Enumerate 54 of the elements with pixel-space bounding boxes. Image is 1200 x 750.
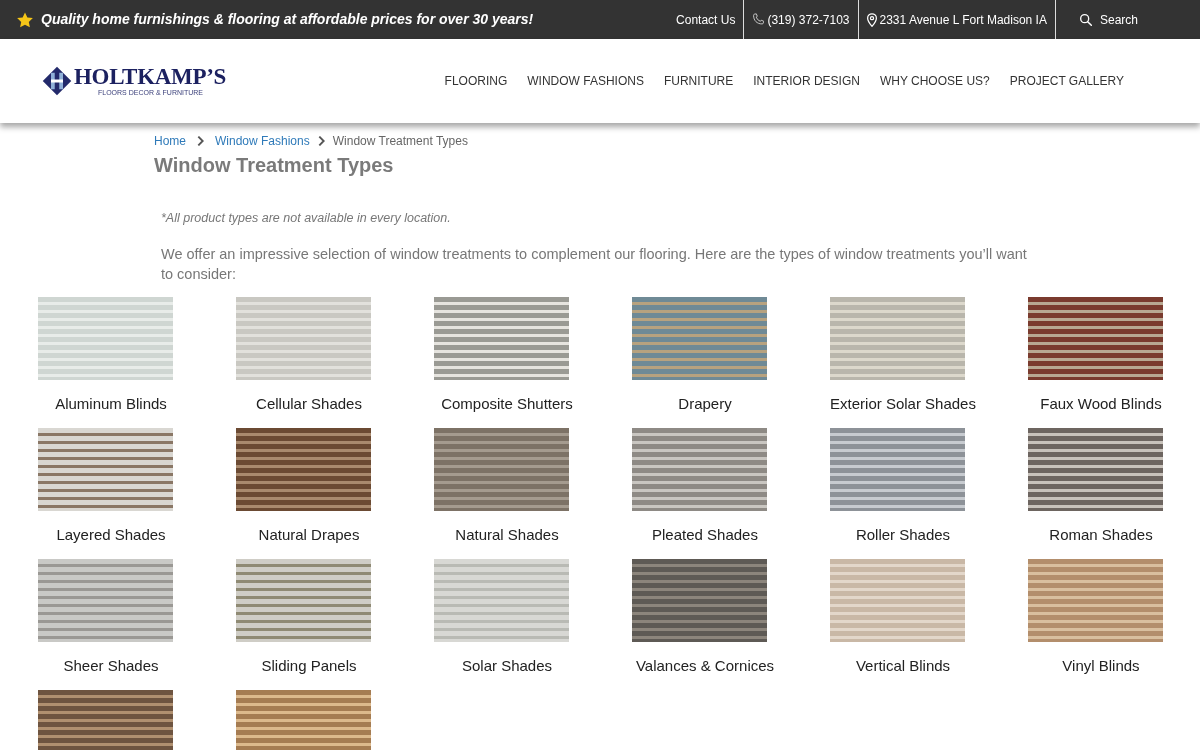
photo-placeholder[interactable] (632, 428, 767, 511)
nav-link[interactable]: WINDOW FASHIONS (527, 72, 644, 90)
page-title: Window Treatment Types (154, 153, 395, 178)
product-link[interactable]: Exterior Solar Shades (830, 394, 976, 414)
breadcrumb-link[interactable]: Home (154, 132, 186, 150)
product-link[interactable]: Natural Drapes (258, 525, 360, 545)
photo-placeholder[interactable] (38, 428, 173, 511)
photo-placeholder[interactable] (1028, 559, 1163, 642)
availability-note: *All product types are not available in every location. (161, 210, 452, 227)
product-link[interactable]: Cellular Shades (256, 394, 362, 414)
photo-placeholder[interactable] (830, 428, 965, 511)
product-link[interactable]: Sheer Shades (63, 656, 159, 676)
search-icon (1079, 13, 1092, 26)
photo-placeholder[interactable] (236, 559, 371, 642)
product-link[interactable]: Natural Shades (455, 525, 559, 545)
map-pin-icon (866, 12, 877, 27)
contact-link[interactable]: Contact Us (668, 0, 744, 39)
nav-link[interactable]: INTERIOR DESIGN (753, 72, 860, 90)
product-link[interactable]: Composite Shutters (441, 394, 573, 414)
photo-placeholder[interactable] (38, 559, 173, 642)
product-link[interactable]: Valances & Cornices (635, 656, 775, 676)
breadcrumb-link[interactable]: Window Fashions (215, 132, 310, 150)
brand-name: HOLTKAMP’S (74, 65, 227, 89)
logo-icon (42, 66, 72, 96)
intro-paragraph: We offer an impressive selection of window treatments to complement our flooring. Here are the types of window treatments you’ll want to consider: (161, 245, 1028, 284)
photo-placeholder[interactable] (1028, 297, 1163, 380)
tagline: Quality home furnishings & flooring at affordable prices for over 30 years! (41, 10, 534, 29)
phone-icon (752, 13, 765, 26)
photo-placeholder[interactable] (1028, 428, 1163, 511)
photo-placeholder[interactable] (434, 297, 569, 380)
product-link[interactable]: Vertical Blinds (855, 656, 951, 676)
product-link[interactable]: Aluminum Blinds (55, 394, 167, 414)
nav-link[interactable]: FLOORING (444, 72, 508, 90)
photo-placeholder[interactable] (434, 428, 569, 511)
nav-link[interactable]: PROJECT GALLERY (1009, 72, 1124, 90)
nav-link[interactable]: WHY CHOOSE US? (879, 72, 990, 90)
product-link[interactable]: Solar Shades (461, 656, 553, 676)
product-link[interactable]: Layered Shades (56, 525, 166, 545)
product-link[interactable]: Vinyl Blinds (1062, 656, 1140, 676)
product-link[interactable]: Roller Shades (855, 525, 951, 545)
photo-placeholder[interactable] (236, 428, 371, 511)
photo-placeholder[interactable] (632, 559, 767, 642)
chevron-icon (197, 136, 204, 146)
product-link[interactable]: Sliding Panels (261, 656, 357, 676)
product-link[interactable]: Roman Shades (1049, 525, 1153, 545)
breadcrumb-current: Window Treatment Types (332, 133, 468, 150)
photo-placeholder[interactable] (236, 690, 371, 750)
star-icon (17, 11, 33, 28)
photo-placeholder[interactable] (38, 690, 173, 750)
product-link[interactable]: Pleated Shades (652, 525, 758, 545)
product-link[interactable]: Faux Wood Blinds (1040, 394, 1162, 414)
product-link[interactable]: Drapery (678, 394, 732, 414)
chevron-icon (317, 136, 325, 146)
nav-link[interactable]: FURNITURE (663, 72, 734, 90)
